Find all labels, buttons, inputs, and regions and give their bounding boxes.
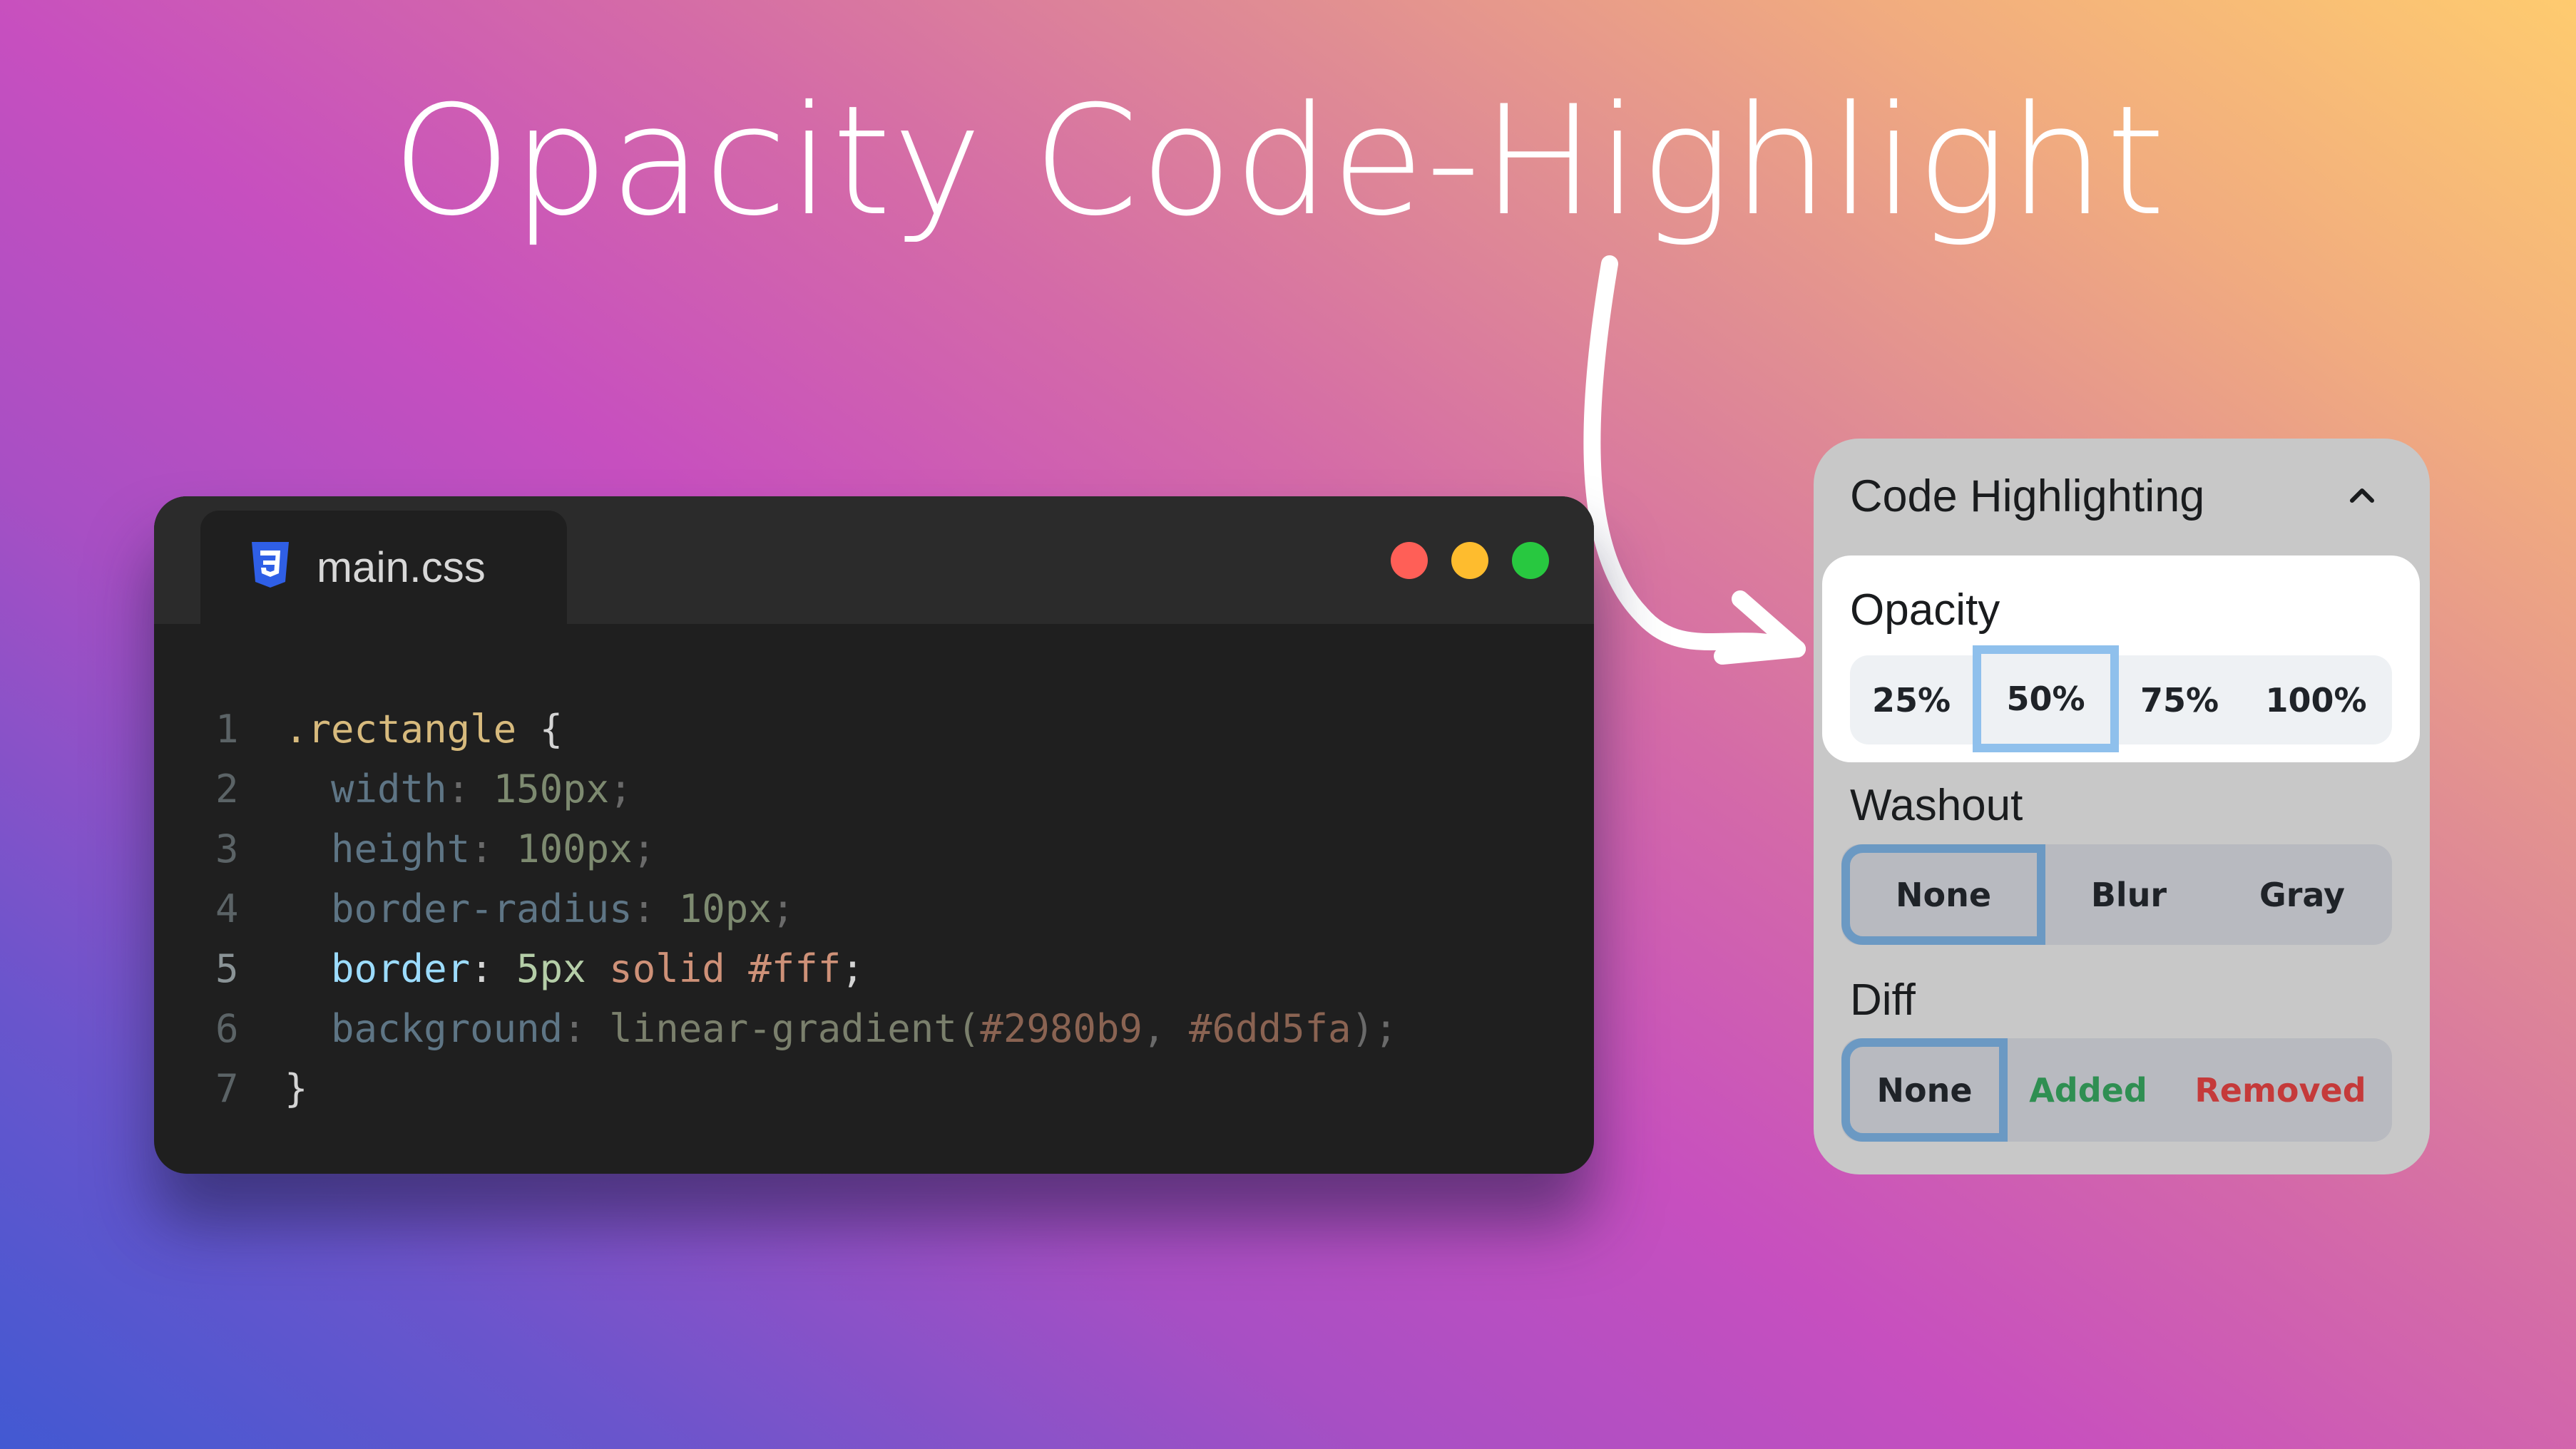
code-text: background: linear-gradient(#2980b9, #6d… (285, 999, 1398, 1059)
line-number: 6 (215, 1006, 239, 1051)
line-number: 4 (215, 886, 239, 931)
code-token: : (563, 1006, 610, 1051)
code-token: 10px (678, 886, 772, 931)
code-token: : (470, 826, 517, 871)
minimize-button[interactable] (1451, 542, 1488, 579)
code-text: border: 5px solid #fff; (285, 939, 864, 999)
code-token: : (446, 767, 494, 811)
code-token: , (1142, 1006, 1189, 1051)
code-token: 150px (493, 767, 610, 811)
diff-segmented-control: None Added Removed (1841, 1038, 2392, 1142)
code-highlighting-panel: Code Highlighting Opacity 25% 50% 75% 10… (1814, 439, 2430, 1174)
code-editor-window: main.css 1 .rectangle {2 width: 150px; 3 h… (154, 496, 1594, 1174)
code-token: border (285, 946, 471, 991)
code-token: { (516, 707, 563, 752)
code-text: border-radius: 10px; (285, 879, 794, 939)
code-token: } (285, 1066, 308, 1111)
washout-label: Washout (1850, 781, 2023, 830)
code-token: ); (1351, 1006, 1398, 1051)
diff-option-removed[interactable]: Removed (2169, 1038, 2392, 1142)
panel-title: Code Highlighting (1850, 471, 2205, 521)
opacity-option-25[interactable]: 25% (1850, 655, 1973, 744)
code-token: 100px (516, 826, 633, 871)
diff-option-added[interactable]: Added (2008, 1038, 2169, 1142)
code-token: : (632, 886, 679, 931)
code-token: ; (632, 826, 656, 871)
code-token: background (285, 1006, 563, 1051)
code-text: } (285, 1059, 308, 1119)
opacity-option-100[interactable]: 100% (2240, 655, 2392, 744)
opacity-label: Opacity (1850, 585, 2000, 635)
code-area[interactable]: 1 .rectangle {2 width: 150px; 3 height: 10… (154, 700, 1594, 1119)
opacity-option-75[interactable]: 75% (2119, 655, 2240, 744)
code-line: 1 .rectangle { (154, 700, 1594, 759)
code-token: #2980b9 (980, 1006, 1143, 1051)
arrow-head (1714, 590, 1806, 665)
code-token: 5px (516, 946, 586, 991)
washout-option-blur[interactable]: Blur (2045, 844, 2212, 945)
code-line: 5 border: 5px solid #fff; (154, 939, 1594, 999)
chevron-up-icon[interactable] (2347, 480, 2377, 510)
code-token: ; (609, 767, 633, 811)
diff-option-none[interactable]: None (1841, 1038, 2008, 1142)
line-number: 3 (215, 826, 239, 871)
code-line: 2 width: 150px; (154, 759, 1594, 819)
code-token: solid #fff (586, 946, 842, 991)
code-token: .rectangle (285, 707, 517, 752)
opacity-option-50[interactable]: 50% (1973, 645, 2119, 752)
code-line: 7} (154, 1059, 1594, 1119)
close-button[interactable] (1391, 542, 1428, 579)
washout-segmented-control: None Blur Gray (1841, 844, 2392, 945)
code-line: 3 height: 100px; (154, 819, 1594, 879)
code-token: border-radius (285, 886, 633, 931)
washout-option-none[interactable]: None (1841, 844, 2045, 945)
code-text: .rectangle { (285, 700, 563, 759)
window-controls (1391, 542, 1549, 579)
line-number: 1 (215, 707, 239, 752)
line-number: 7 (215, 1066, 239, 1111)
maximize-button[interactable] (1512, 542, 1549, 579)
opacity-segmented-control: 25% 50% 75% 100% (1850, 645, 2392, 752)
arrow-shaft (1583, 255, 1806, 657)
code-line: 6 background: linear-gradient(#2980b9, #… (154, 999, 1594, 1059)
diff-label: Diff (1850, 976, 1916, 1025)
code-token: #6dd5fa (1188, 1006, 1351, 1051)
code-text: height: 100px; (285, 819, 655, 879)
editor-header: main.css (154, 496, 1594, 624)
code-token: ; (771, 886, 795, 931)
line-number: 5 (215, 946, 239, 991)
css3-icon (252, 542, 289, 588)
line-number: 2 (215, 767, 239, 811)
code-token: ; (841, 946, 864, 991)
code-line: 4 border-radius: 10px; (154, 879, 1594, 939)
code-text: width: 150px; (285, 759, 633, 819)
tab-main-css[interactable]: main.css (200, 511, 567, 624)
code-token: : (470, 946, 517, 991)
code-token: height (285, 826, 471, 871)
tab-label: main.css (317, 543, 486, 591)
code-token: width (285, 767, 447, 811)
washout-option-gray[interactable]: Gray (2212, 844, 2392, 945)
code-token: linear-gradient( (609, 1006, 981, 1051)
